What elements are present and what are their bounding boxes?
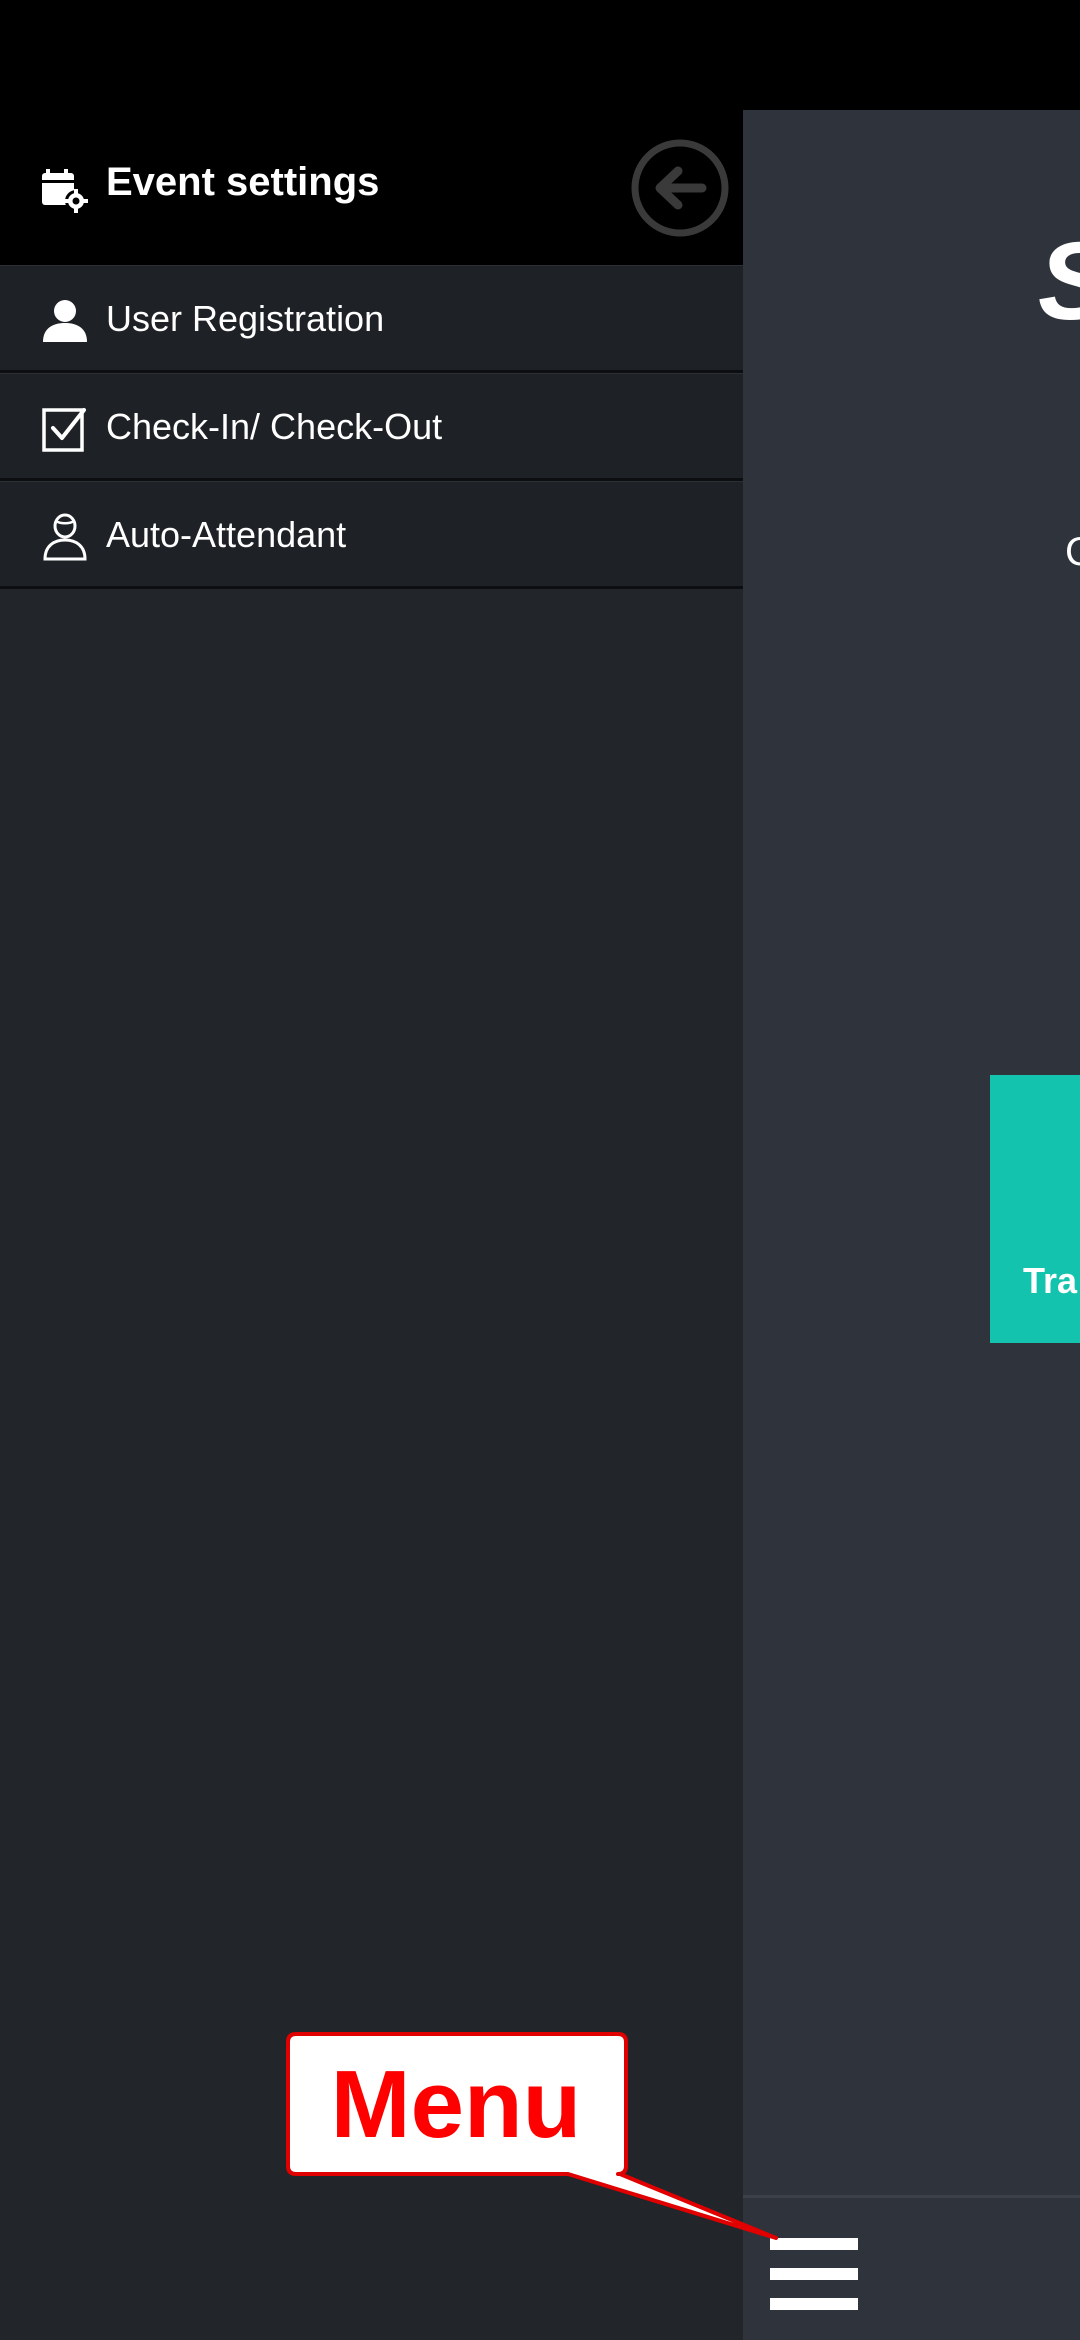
navigation-drawer: Event settings User Registration Check-I… bbox=[0, 110, 743, 2340]
menu-item-label: Check-In/ Check-Out bbox=[106, 406, 443, 447]
checkbox-icon bbox=[42, 408, 86, 452]
person-outline-icon bbox=[43, 513, 87, 561]
calendar-gear-icon bbox=[42, 169, 88, 213]
menu-item-user-registration[interactable]: User Registration bbox=[0, 265, 743, 373]
menu-item-label: User Registration bbox=[106, 298, 385, 339]
user-icon bbox=[43, 300, 87, 342]
menu-item-label: Auto-Attendant bbox=[106, 514, 347, 555]
menu-item-check-in-check-out[interactable]: Check-In/ Check-Out bbox=[0, 373, 743, 481]
callout-label: Menu bbox=[330, 2051, 582, 2158]
bottom-bar bbox=[743, 2195, 1080, 2340]
drawer-title: Event settings bbox=[106, 160, 380, 204]
hamburger-menu-icon[interactable] bbox=[770, 2238, 858, 2310]
feature-tile[interactable]: Tra bbox=[990, 1075, 1080, 1343]
main-title: S bbox=[1038, 218, 1080, 345]
main-subtitle: C bbox=[1065, 530, 1080, 574]
feature-tile-label: Tra bbox=[1023, 1260, 1078, 1301]
drawer-header: Event settings bbox=[0, 110, 743, 265]
menu-item-auto-attendant[interactable]: Auto-Attendant bbox=[0, 481, 743, 589]
arrow-left-circle-icon[interactable] bbox=[630, 138, 730, 238]
drawer-menu-list: User Registration Check-In/ Check-Out Au… bbox=[0, 265, 743, 589]
main-content: S C Tra bbox=[743, 110, 1080, 2340]
status-bar bbox=[0, 0, 1080, 110]
